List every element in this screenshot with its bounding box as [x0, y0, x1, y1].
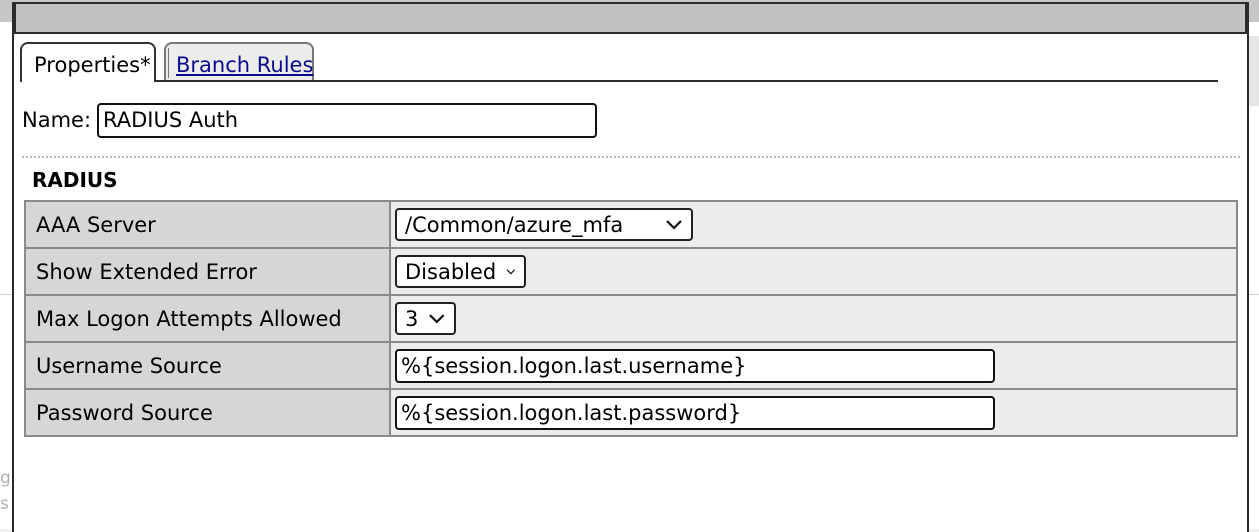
tab-bar: Properties* Branch Rules: [20, 42, 1218, 82]
tab-branch-rules[interactable]: Branch Rules: [164, 42, 314, 80]
username-source-cell: [389, 341, 1238, 390]
background-text-fragment: g: [0, 468, 10, 488]
username-source-label: Username Source: [24, 341, 391, 390]
max-logon-attempts-cell: 3: [389, 294, 1238, 343]
password-source-input[interactable]: [395, 395, 995, 430]
dialog-titlebar[interactable]: [14, 2, 1247, 34]
tab-properties[interactable]: Properties*: [20, 42, 156, 82]
aaa-server-cell: /Common/azure_mfa: [389, 200, 1238, 249]
max-logon-attempts-label: Max Logon Attempts Allowed: [24, 294, 391, 343]
tab-properties-label: Properties*: [34, 53, 151, 77]
tab-baseline: [20, 80, 1218, 82]
properties-dialog: Properties* Branch Rules Name: RADIUS AA…: [12, 2, 1249, 532]
name-label: Name:: [22, 108, 92, 132]
password-source-cell: [389, 388, 1238, 437]
tab-branch-rules-link[interactable]: Branch Rules: [176, 53, 313, 77]
table-row: Password Source: [24, 388, 1238, 437]
chevron-down-icon: [429, 313, 445, 323]
aaa-server-label: AAA Server: [24, 200, 391, 249]
aaa-server-value: /Common/azure_mfa: [405, 212, 624, 237]
username-source-input[interactable]: [395, 348, 995, 383]
show-extended-error-value: Disabled: [405, 259, 497, 284]
max-logon-attempts-select[interactable]: 3: [395, 302, 456, 335]
table-row: Username Source: [24, 341, 1238, 390]
background-divider-right: [1249, 294, 1259, 295]
chevron-down-icon: [666, 219, 682, 230]
name-row: Name:: [22, 102, 598, 138]
section-separator: [22, 156, 1240, 158]
show-extended-error-cell: Disabled: [389, 247, 1238, 296]
background-text-fragment: s: [0, 494, 9, 514]
aaa-server-select[interactable]: /Common/azure_mfa: [395, 208, 693, 241]
max-logon-attempts-value: 3: [405, 306, 419, 331]
show-extended-error-label: Show Extended Error: [24, 247, 391, 296]
table-row: Max Logon Attempts Allowed 3: [24, 294, 1238, 343]
table-row: AAA Server /Common/azure_mfa: [24, 200, 1238, 249]
background-right-strip: [1249, 36, 1259, 106]
table-row: Show Extended Error Disabled: [24, 247, 1238, 296]
show-extended-error-select[interactable]: Disabled: [395, 255, 526, 288]
chevron-down-icon: [506, 268, 516, 274]
radius-properties-table: AAA Server /Common/azure_mfa Show Extend…: [24, 200, 1238, 437]
tab-edge: [168, 48, 169, 78]
name-input[interactable]: [97, 102, 598, 138]
section-title: RADIUS: [32, 168, 118, 192]
background-divider-left: [0, 294, 12, 295]
password-source-label: Password Source: [24, 388, 391, 437]
